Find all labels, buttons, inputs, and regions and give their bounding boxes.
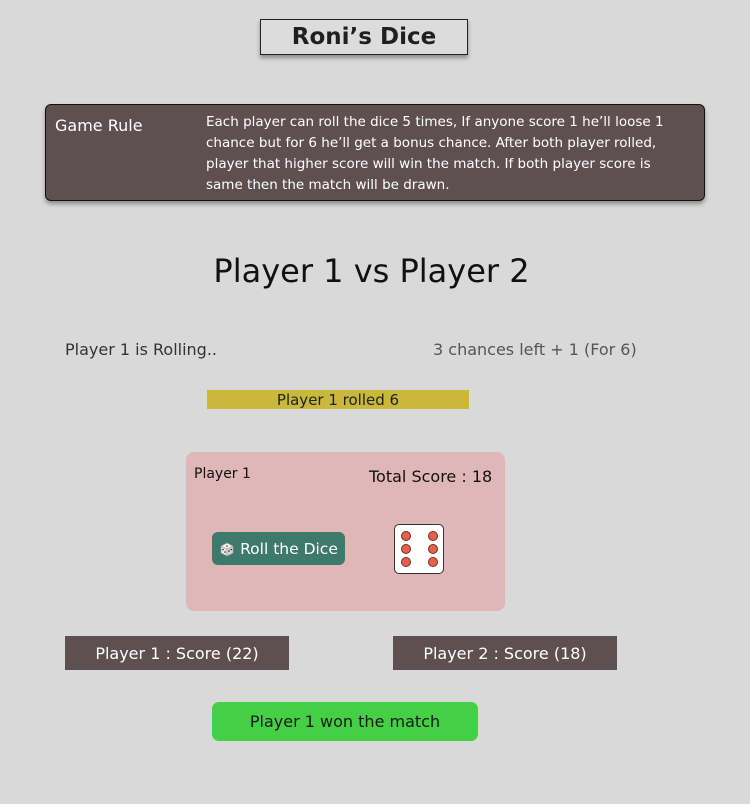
chances-left: 3 chances left + 1 (For 6) <box>433 340 637 359</box>
game-rules-panel: Game Rule Each player can roll the dice … <box>45 104 705 201</box>
die-pip <box>428 531 438 541</box>
game-rule-text: Each player can roll the dice 5 times, I… <box>206 114 664 193</box>
die-pip <box>428 557 438 567</box>
die-pip <box>428 544 438 554</box>
player-card: Player 1 Total Score : 18 Roll the Dice <box>186 452 505 611</box>
match-result-banner: Player 1 won the match <box>212 702 478 741</box>
rolling-status: Player 1 is Rolling.. <box>65 340 217 359</box>
card-player-name: Player 1 <box>194 466 251 482</box>
die-pip <box>401 531 411 541</box>
die-pip <box>401 544 411 554</box>
roll-dice-label: Roll the Dice <box>240 539 338 558</box>
game-rule-label: Game Rule <box>55 116 143 135</box>
card-total-score: Total Score : 18 <box>369 467 493 486</box>
app-title: Roni’s Dice <box>260 19 468 55</box>
roll-result-banner: Player 1 rolled 6 <box>207 390 469 409</box>
die-pip <box>401 557 411 567</box>
match-title: Player 1 vs Player 2 <box>213 252 530 290</box>
player2-score: Player 2 : Score (18) <box>393 636 617 670</box>
roll-dice-button[interactable]: Roll the Dice <box>212 532 345 565</box>
die-face-six <box>394 524 444 574</box>
dice-icon <box>220 542 234 556</box>
player1-score: Player 1 : Score (22) <box>65 636 289 670</box>
